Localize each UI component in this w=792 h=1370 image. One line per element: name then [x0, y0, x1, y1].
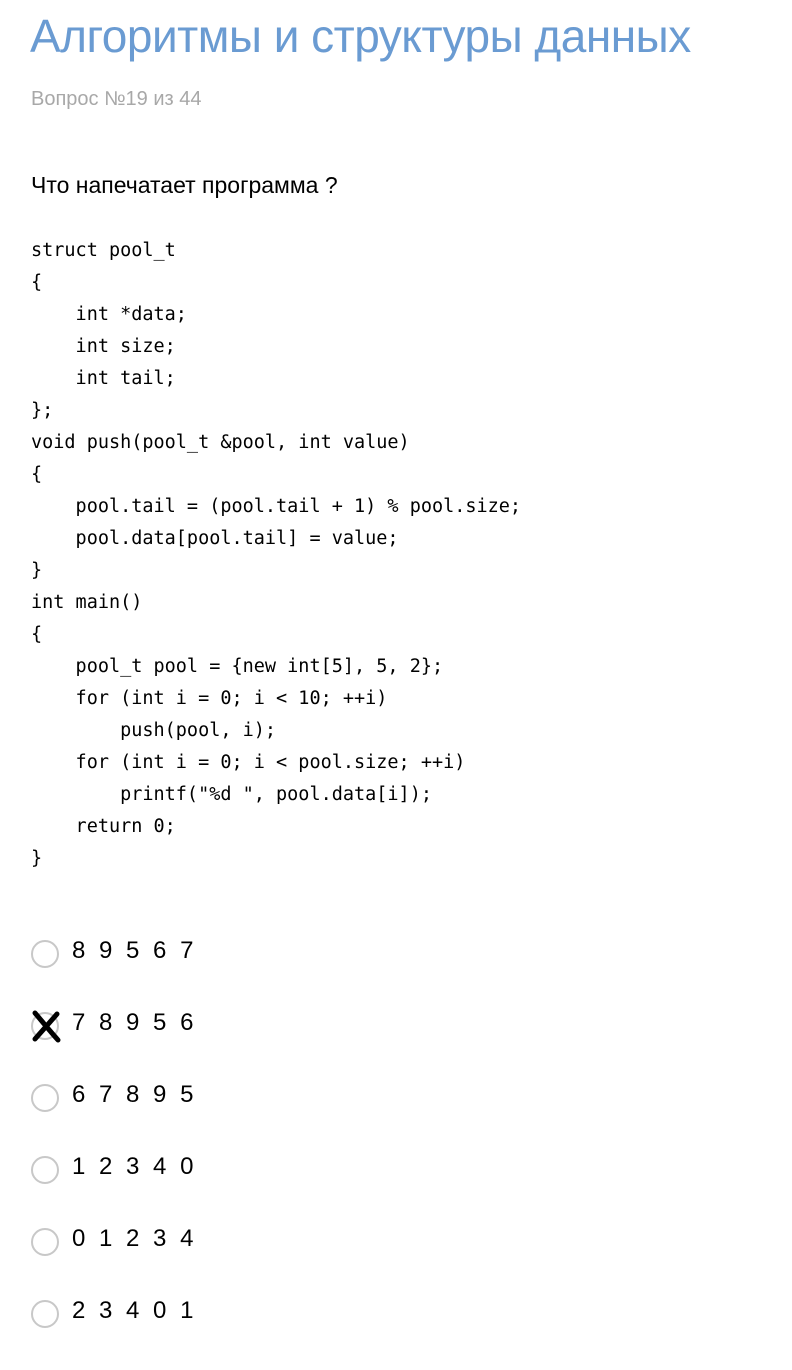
answer-option[interactable]: 7 8 9 5 6: [30, 1006, 770, 1078]
code-line: int main(): [31, 592, 143, 613]
code-line: for (int i = 0; i < 10; ++i): [31, 688, 388, 709]
radio-button[interactable]: [31, 1084, 59, 1112]
code-line: pool.data[pool.tail] = value;: [31, 528, 399, 549]
answer-option[interactable]: 8 9 5 6 7: [30, 934, 770, 1006]
answer-option[interactable]: 1 2 3 4 0: [30, 1150, 770, 1222]
radio-button[interactable]: [31, 940, 59, 968]
code-line: pool.tail = (pool.tail + 1) % pool.size;: [31, 496, 522, 517]
answer-label: 7 8 9 5 6: [72, 1009, 197, 1036]
code-line: struct pool_t: [31, 240, 176, 261]
code-line: }: [31, 848, 43, 869]
answer-option[interactable]: 0 1 2 3 4: [30, 1222, 770, 1294]
code-line: }: [31, 560, 43, 581]
answer-label: 2 3 4 0 1: [72, 1297, 197, 1324]
code-line: for (int i = 0; i < pool.size; ++i): [31, 752, 466, 773]
code-line: {: [31, 464, 43, 485]
answer-label: 0 1 2 3 4: [72, 1225, 197, 1252]
answer-label: 6 7 8 9 5: [72, 1081, 197, 1108]
code-line: void push(pool_t &pool, int value): [31, 432, 410, 453]
answer-option[interactable]: 6 7 8 9 5: [30, 1078, 770, 1150]
code-line: int tail;: [31, 368, 176, 389]
code-line: {: [31, 624, 43, 645]
answer-list: 8 9 5 6 7 7 8 9 5 6 6 7 8 9 5 1 2 3 4 0 …: [30, 934, 770, 1366]
answer-label: 8 9 5 6 7: [72, 937, 197, 964]
code-line: {: [31, 272, 43, 293]
question-text: Что напечатает программа ?: [31, 172, 338, 198]
answer-label: 1 2 3 4 0: [72, 1153, 197, 1180]
page-title: Алгоритмы и структуры данных: [30, 10, 691, 62]
code-line: int size;: [31, 336, 176, 357]
code-line: push(pool, i);: [31, 720, 277, 741]
question-counter: Вопрос №19 из 44: [31, 88, 202, 110]
answer-option[interactable]: 2 3 4 0 1: [30, 1294, 770, 1366]
radio-button[interactable]: [31, 1228, 59, 1256]
x-mark-icon: [32, 1010, 61, 1043]
code-line: pool_t pool = {new int[5], 5, 2};: [31, 656, 444, 677]
code-line: };: [31, 400, 54, 421]
code-line: printf("%d ", pool.data[i]);: [31, 784, 432, 805]
radio-button[interactable]: [31, 1156, 59, 1184]
code-line: int *data;: [31, 304, 187, 325]
code-block: struct pool_t { int *data; int size; int …: [31, 235, 521, 875]
code-line: return 0;: [31, 816, 176, 837]
radio-button[interactable]: [31, 1300, 59, 1328]
